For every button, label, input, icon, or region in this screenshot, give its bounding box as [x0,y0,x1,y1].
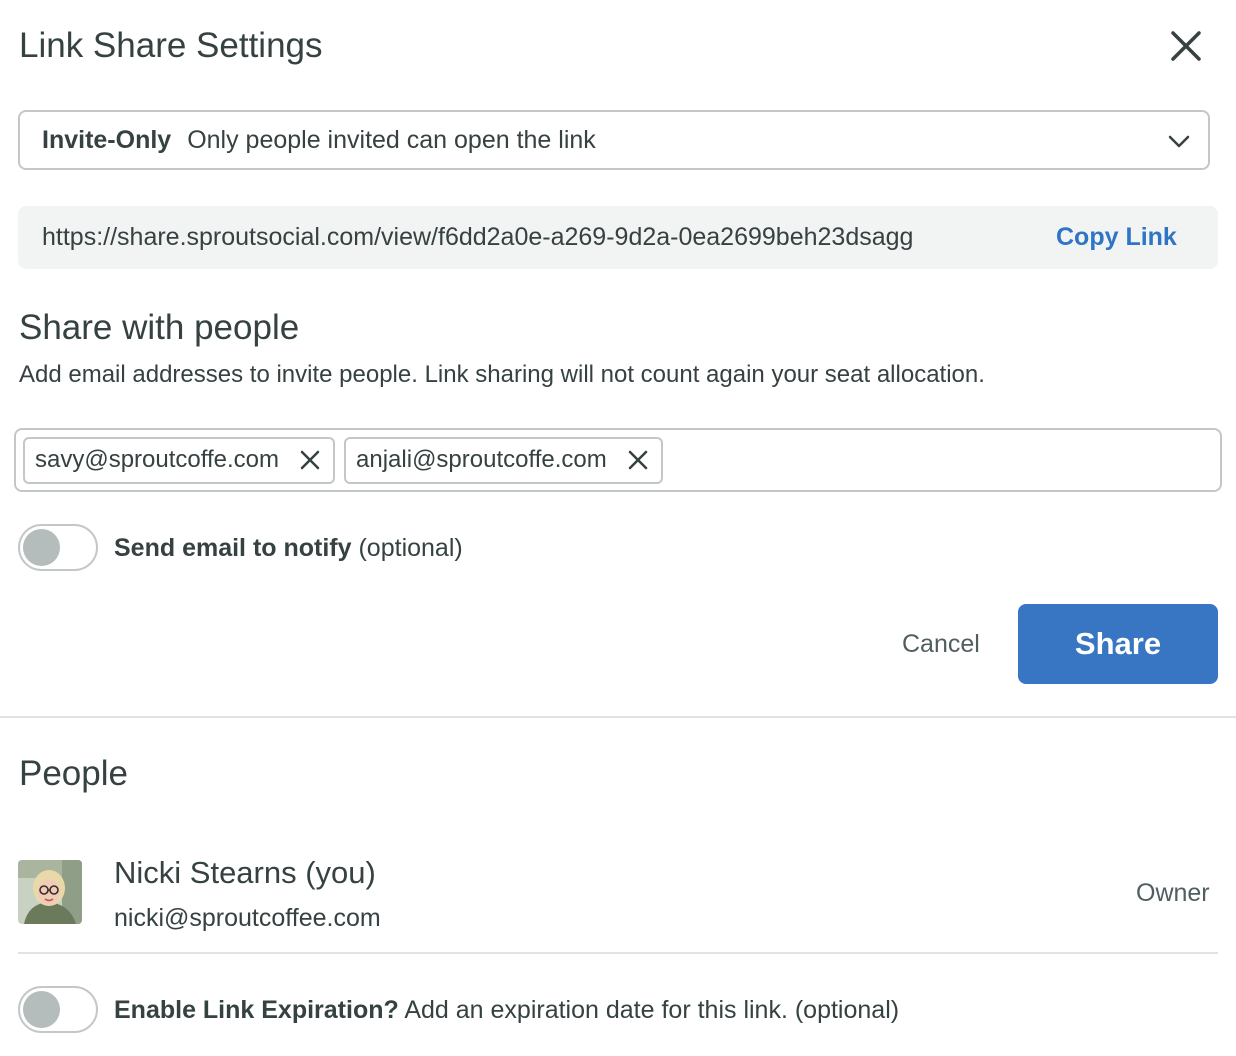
member-email: nicki@sproutcoffee.com [114,904,381,932]
share-with-people-heading: Share with people [19,308,300,347]
expiration-label-rest: Add an expiration date for this link. (o… [404,996,900,1024]
remove-chip-icon[interactable] [297,447,323,473]
notify-label-bold: Send email to notify [114,534,352,562]
close-icon [1171,31,1201,61]
email-chip-label: anjali@sproutcoffe.com [356,446,607,473]
dialog-title: Link Share Settings [19,26,323,65]
copy-link-button[interactable]: Copy Link [1056,206,1177,269]
toggle-knob [23,991,60,1028]
access-level-label: Invite-Only [42,125,172,154]
share-button[interactable]: Share [1018,604,1218,684]
people-heading: People [19,754,128,793]
member-divider [18,952,1218,954]
member-role: Owner [1136,879,1210,907]
expiration-label: Enable Link Expiration? Add an expiratio… [114,995,899,1025]
notify-toggle[interactable] [18,524,98,571]
toggle-knob [23,529,60,566]
share-link-box: https://share.sproutsocial.com/view/f6dd… [18,206,1218,269]
avatar [18,860,82,924]
access-level-description: Only people invited can open the link [187,125,596,154]
cancel-button[interactable]: Cancel [902,630,980,659]
email-chip: anjali@sproutcoffe.com [344,436,663,484]
chevron-down-icon [1168,135,1190,148]
access-level-select[interactable]: Invite-Only Only people invited can open… [18,110,1210,170]
member-name: Nicki Stearns (you) [114,855,376,890]
expiration-toggle[interactable] [18,986,98,1033]
notify-label: Send email to notify (optional) [114,533,463,563]
email-chip: savy@sproutcoffe.com [23,436,336,484]
remove-chip-icon[interactable] [625,447,651,473]
email-input-field[interactable]: savy@sproutcoffe.com anjali@sproutcoffe.… [14,428,1222,492]
share-link-url[interactable]: https://share.sproutsocial.com/view/f6dd… [42,206,1032,269]
email-chip-label: savy@sproutcoffe.com [35,446,280,473]
section-divider [0,716,1236,718]
expiration-label-bold: Enable Link Expiration? [114,996,399,1024]
notify-label-optional: (optional) [358,534,463,562]
close-button[interactable] [1160,20,1212,72]
share-help-text: Add email addresses to invite people. Li… [19,361,985,388]
